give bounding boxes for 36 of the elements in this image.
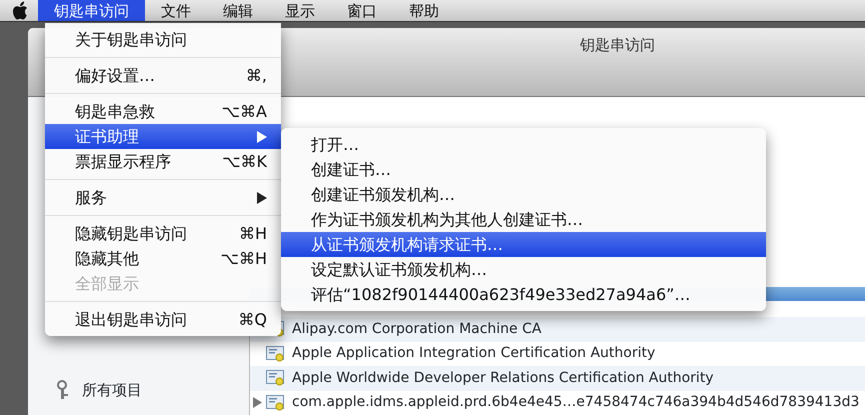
disclosure-triangle-icon[interactable]: [252, 397, 262, 408]
menu-item[interactable]: 隐藏其他 ⌥⌘H: [45, 246, 281, 271]
menu-bar-item[interactable]: 文件: [145, 0, 207, 21]
window-title: 钥匙串访问: [580, 35, 655, 56]
menu-item[interactable]: 服务: [45, 185, 281, 210]
menu-item[interactable]: 关于钥匙串访问: [45, 27, 281, 52]
menu-item[interactable]: 偏好设置… ⌘,: [45, 63, 281, 88]
certificate-name[interactable]: com.apple.idms.appleid.prd.6b4e4e45…e7458474c746a394b4d546d7839413d3: [292, 392, 860, 414]
menu-item[interactable]: 作为证书颁发机构为其他人创建证书…: [281, 207, 766, 232]
shortcut-label: ⌥⌘K: [222, 150, 267, 172]
menu-bar-item[interactable]: 帮助: [393, 0, 455, 21]
menu-item[interactable]: 退出钥匙串访问 ⌘Q: [45, 307, 281, 332]
menu-item[interactable]: 票据显示程序 ⌥⌘K: [45, 149, 281, 174]
menu-item[interactable]: 设定默认证书颁发机构…: [281, 257, 766, 282]
certificate-icon: [266, 370, 284, 386]
menu-item[interactable]: 评估“1082f90144400a623f49e33ed27a94a6”…: [281, 282, 766, 307]
sidebar-item-label: 所有项目: [82, 380, 142, 400]
certificate-name[interactable]: Apple Application Integration Certification Authority: [292, 343, 656, 364]
certificate-icon: [266, 346, 284, 362]
menu-item[interactable]: 钥匙串急救 ⌥⌘A: [45, 99, 281, 124]
menu-item[interactable]: 证书助理: [45, 124, 281, 149]
shortcut-label: ⌥⌘H: [220, 248, 267, 270]
menu-item[interactable]: 创建证书颁发机构…: [281, 182, 766, 207]
shortcut-label: ⌘,: [246, 64, 267, 86]
menu-item[interactable]: 打开…: [281, 132, 766, 157]
certificate-icon: [266, 394, 284, 411]
shortcut-label: ⌥⌘A: [222, 100, 267, 122]
shortcut-label: ⌘Q: [238, 308, 267, 330]
menu-bar-item[interactable]: 窗口: [331, 0, 393, 21]
menu-item[interactable]: 创建证书…: [281, 157, 766, 182]
menu-bar-item[interactable]: 编辑: [207, 0, 269, 21]
menu-bar-item[interactable]: 钥匙串访问: [38, 0, 145, 21]
menu-bar-item[interactable]: 显示: [269, 0, 331, 21]
menu-item[interactable]: 从证书颁发机构请求证书…: [281, 232, 766, 257]
shortcut-label: ⌘H: [238, 222, 267, 244]
menu-item[interactable]: 隐藏钥匙串访问 ⌘H: [45, 221, 281, 246]
